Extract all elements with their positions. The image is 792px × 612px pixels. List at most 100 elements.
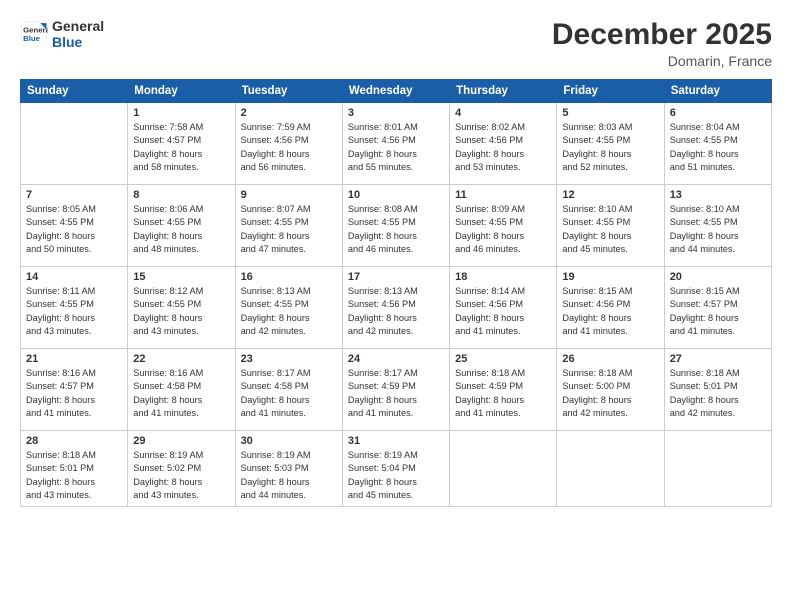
day-info: Sunrise: 8:16 AM Sunset: 4:57 PM Dayligh… (26, 367, 122, 420)
header-sunday: Sunday (21, 80, 128, 103)
svg-text:Blue: Blue (23, 34, 41, 43)
day-info: Sunrise: 8:06 AM Sunset: 4:55 PM Dayligh… (133, 203, 229, 256)
day-info: Sunrise: 8:11 AM Sunset: 4:55 PM Dayligh… (26, 285, 122, 338)
table-row: 23 Sunrise: 8:17 AM Sunset: 4:58 PM Dayli… (235, 349, 342, 431)
table-row: 11Sunrise: 8:09 AM Sunset: 4:55 PM Dayli… (450, 185, 557, 267)
day-number: 30 (241, 435, 337, 447)
day-number: 18 (455, 271, 551, 283)
day-number: 6 (670, 107, 766, 119)
day-info: Sunrise: 8:03 AM Sunset: 4:55 PM Dayligh… (562, 121, 658, 174)
day-info: Sunrise: 8:18 AM Sunset: 4:59 PM Dayligh… (455, 367, 551, 420)
day-number: 14 (26, 271, 122, 283)
day-number: 20 (670, 271, 766, 283)
day-info: Sunrise: 8:19 AM Sunset: 5:02 PM Dayligh… (133, 449, 229, 502)
week-row-1: 1 Sunrise: 7:58 AM Sunset: 4:57 PM Daylig… (21, 103, 772, 185)
table-row: 2 Sunrise: 7:59 AM Sunset: 4:56 PM Daylig… (235, 103, 342, 185)
table-row: 16Sunrise: 8:13 AM Sunset: 4:55 PM Dayli… (235, 267, 342, 349)
day-number: 28 (26, 435, 122, 447)
month-title: December 2025 (552, 18, 772, 51)
day-number: 2 (241, 107, 337, 119)
header-monday: Monday (128, 80, 235, 103)
table-row: 19 Sunrise: 8:15 AM Sunset: 4:56 PM Dayli… (557, 267, 664, 349)
day-info: Sunrise: 8:17 AM Sunset: 4:58 PM Dayligh… (241, 367, 337, 420)
day-number: 22 (133, 353, 229, 365)
calendar-table: Sunday Monday Tuesday Wednesday Thursday… (20, 79, 772, 507)
day-number: 3 (348, 107, 444, 119)
day-info: Sunrise: 8:08 AM Sunset: 4:55 PM Dayligh… (348, 203, 444, 256)
table-row: 5Sunrise: 8:03 AM Sunset: 4:55 PM Daylig… (557, 103, 664, 185)
day-info: Sunrise: 8:19 AM Sunset: 5:03 PM Dayligh… (241, 449, 337, 502)
table-row: 18Sunrise: 8:14 AM Sunset: 4:56 PM Dayli… (450, 267, 557, 349)
table-row: 27Sunrise: 8:18 AM Sunset: 5:01 PM Dayli… (664, 349, 771, 431)
day-info: Sunrise: 8:16 AM Sunset: 4:58 PM Dayligh… (133, 367, 229, 420)
day-number: 7 (26, 189, 122, 201)
table-row: 9 Sunrise: 8:07 AM Sunset: 4:55 PM Daylig… (235, 185, 342, 267)
table-row: 29 Sunrise: 8:19 AM Sunset: 5:02 PM Dayli… (128, 431, 235, 507)
day-info: Sunrise: 8:13 AM Sunset: 4:56 PM Dayligh… (348, 285, 444, 338)
table-row (557, 431, 664, 507)
week-row-4: 21 Sunrise: 8:16 AM Sunset: 4:57 PM Dayli… (21, 349, 772, 431)
title-block: December 2025 Domarin, France (552, 18, 772, 69)
week-row-5: 28 Sunrise: 8:18 AM Sunset: 5:01 PM Dayli… (21, 431, 772, 507)
day-number: 19 (562, 271, 658, 283)
day-number: 17 (348, 271, 444, 283)
day-info: Sunrise: 8:07 AM Sunset: 4:55 PM Dayligh… (241, 203, 337, 256)
day-number: 1 (133, 107, 229, 119)
header-wednesday: Wednesday (342, 80, 449, 103)
header-tuesday: Tuesday (235, 80, 342, 103)
week-row-3: 14 Sunrise: 8:11 AM Sunset: 4:55 PM Dayli… (21, 267, 772, 349)
table-row: 31Sunrise: 8:19 AM Sunset: 5:04 PM Dayli… (342, 431, 449, 507)
day-info: Sunrise: 8:17 AM Sunset: 4:59 PM Dayligh… (348, 367, 444, 420)
table-row: 6 Sunrise: 8:04 AM Sunset: 4:55 PM Daylig… (664, 103, 771, 185)
day-number: 21 (26, 353, 122, 365)
logo-icon: General Blue (20, 20, 48, 48)
logo: General Blue General Blue (20, 18, 104, 50)
day-number: 8 (133, 189, 229, 201)
table-row: 26 Sunrise: 8:18 AM Sunset: 5:00 PM Dayli… (557, 349, 664, 431)
logo-line1: General (52, 18, 104, 34)
day-info: Sunrise: 8:12 AM Sunset: 4:55 PM Dayligh… (133, 285, 229, 338)
location: Domarin, France (552, 53, 772, 69)
table-row: 17 Sunrise: 8:13 AM Sunset: 4:56 PM Dayli… (342, 267, 449, 349)
table-row: 28 Sunrise: 8:18 AM Sunset: 5:01 PM Dayli… (21, 431, 128, 507)
day-info: Sunrise: 8:18 AM Sunset: 5:01 PM Dayligh… (26, 449, 122, 502)
day-info: Sunrise: 7:58 AM Sunset: 4:57 PM Dayligh… (133, 121, 229, 174)
table-row: 4 Sunrise: 8:02 AM Sunset: 4:56 PM Daylig… (450, 103, 557, 185)
day-number: 26 (562, 353, 658, 365)
table-row: 14 Sunrise: 8:11 AM Sunset: 4:55 PM Dayli… (21, 267, 128, 349)
table-row: 3 Sunrise: 8:01 AM Sunset: 4:56 PM Daylig… (342, 103, 449, 185)
day-info: Sunrise: 8:15 AM Sunset: 4:57 PM Dayligh… (670, 285, 766, 338)
day-number: 29 (133, 435, 229, 447)
header-thursday: Thursday (450, 80, 557, 103)
table-row: 24Sunrise: 8:17 AM Sunset: 4:59 PM Dayli… (342, 349, 449, 431)
day-info: Sunrise: 8:02 AM Sunset: 4:56 PM Dayligh… (455, 121, 551, 174)
day-info: Sunrise: 8:19 AM Sunset: 5:04 PM Dayligh… (348, 449, 444, 502)
table-row: 22 Sunrise: 8:16 AM Sunset: 4:58 PM Dayli… (128, 349, 235, 431)
day-info: Sunrise: 8:04 AM Sunset: 4:55 PM Dayligh… (670, 121, 766, 174)
day-info: Sunrise: 8:01 AM Sunset: 4:56 PM Dayligh… (348, 121, 444, 174)
table-row: 10 Sunrise: 8:08 AM Sunset: 4:55 PM Dayli… (342, 185, 449, 267)
day-number: 15 (133, 271, 229, 283)
table-row: 12 Sunrise: 8:10 AM Sunset: 4:55 PM Dayli… (557, 185, 664, 267)
weekday-header-row: Sunday Monday Tuesday Wednesday Thursday… (21, 80, 772, 103)
day-number: 23 (241, 353, 337, 365)
day-info: Sunrise: 8:18 AM Sunset: 5:00 PM Dayligh… (562, 367, 658, 420)
table-row: 8 Sunrise: 8:06 AM Sunset: 4:55 PM Daylig… (128, 185, 235, 267)
header: General Blue General Blue December 2025 … (20, 18, 772, 69)
day-number: 4 (455, 107, 551, 119)
page: General Blue General Blue December 2025 … (0, 0, 792, 612)
day-info: Sunrise: 8:10 AM Sunset: 4:55 PM Dayligh… (670, 203, 766, 256)
table-row (450, 431, 557, 507)
table-row: 15 Sunrise: 8:12 AM Sunset: 4:55 PM Dayli… (128, 267, 235, 349)
day-info: Sunrise: 7:59 AM Sunset: 4:56 PM Dayligh… (241, 121, 337, 174)
day-info: Sunrise: 8:15 AM Sunset: 4:56 PM Dayligh… (562, 285, 658, 338)
table-row: 21 Sunrise: 8:16 AM Sunset: 4:57 PM Dayli… (21, 349, 128, 431)
day-number: 12 (562, 189, 658, 201)
day-number: 9 (241, 189, 337, 201)
table-row: 20 Sunrise: 8:15 AM Sunset: 4:57 PM Dayli… (664, 267, 771, 349)
day-info: Sunrise: 8:09 AM Sunset: 4:55 PM Dayligh… (455, 203, 551, 256)
week-row-2: 7Sunrise: 8:05 AM Sunset: 4:55 PM Daylig… (21, 185, 772, 267)
day-info: Sunrise: 8:10 AM Sunset: 4:55 PM Dayligh… (562, 203, 658, 256)
day-number: 10 (348, 189, 444, 201)
table-row (664, 431, 771, 507)
